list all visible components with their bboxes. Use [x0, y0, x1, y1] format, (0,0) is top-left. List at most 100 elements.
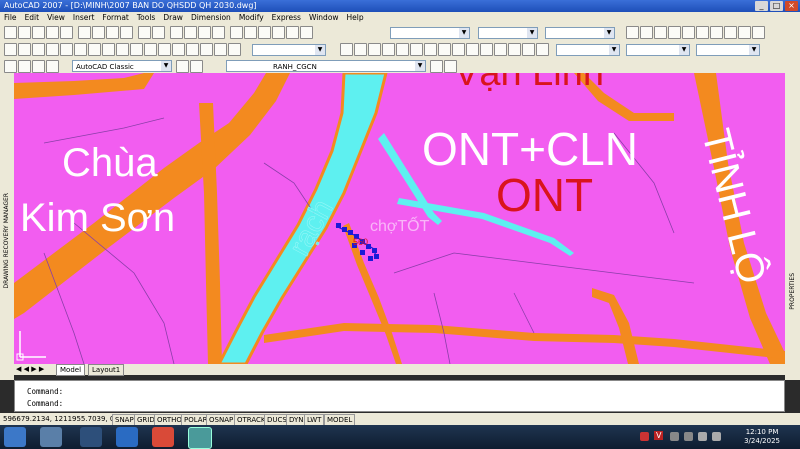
zoom-object-icon[interactable] — [710, 26, 723, 39]
zoom-window-2-icon[interactable] — [738, 26, 751, 39]
new-icon[interactable] — [4, 26, 17, 39]
make-object-layer-current-icon[interactable] — [430, 60, 443, 73]
tab-model[interactable]: Model — [56, 364, 86, 376]
break-icon[interactable] — [494, 43, 507, 56]
command-window[interactable]: Command: Command: — [14, 380, 785, 412]
redo-icon[interactable] — [152, 26, 165, 39]
pan-icon[interactable] — [170, 26, 183, 39]
hatch-icon[interactable] — [186, 43, 199, 56]
tray-icon[interactable] — [684, 432, 693, 441]
markup-icon[interactable] — [272, 26, 285, 39]
cut-icon[interactable] — [78, 26, 91, 39]
point-icon[interactable] — [172, 43, 185, 56]
grip[interactable] — [368, 256, 373, 261]
menu-format[interactable]: Format — [98, 12, 132, 24]
tab-scroll-icons[interactable]: ◀ ◀ ▶ ▶ — [16, 364, 44, 375]
workspace-settings-icon[interactable] — [176, 60, 189, 73]
chamfer-icon[interactable] — [508, 43, 521, 56]
plot-icon[interactable] — [46, 26, 59, 39]
copy-icon[interactable] — [92, 26, 105, 39]
menu-view[interactable]: View — [43, 12, 69, 24]
undo-icon[interactable] — [138, 26, 151, 39]
polyline-icon[interactable] — [32, 43, 45, 56]
menu-help[interactable]: Help — [343, 12, 368, 24]
rotate-icon[interactable] — [424, 43, 437, 56]
media-player-icon[interactable] — [80, 427, 102, 447]
trim-icon[interactable] — [466, 43, 479, 56]
grip[interactable] — [374, 254, 379, 259]
erase-icon[interactable] — [340, 43, 353, 56]
copy-object-icon[interactable] — [354, 43, 367, 56]
minimize-button[interactable]: _ — [755, 1, 768, 11]
help-icon[interactable] — [300, 26, 313, 39]
zoom-center-icon[interactable] — [696, 26, 709, 39]
text-style-combo[interactable]: ▼ — [390, 27, 470, 39]
autocad-taskbar-icon[interactable] — [188, 427, 212, 449]
explorer-icon[interactable] — [40, 427, 62, 447]
menu-file[interactable]: File — [0, 12, 21, 24]
move-icon[interactable] — [410, 43, 423, 56]
match-properties-icon[interactable] — [120, 26, 133, 39]
workspace-save-icon[interactable] — [190, 60, 203, 73]
table-icon[interactable] — [214, 43, 227, 56]
drawing-canvas[interactable]: Chùa Kim Sơn Vạn Linh ONT+CLN ONT TỈNH L… — [14, 73, 785, 364]
command-prompt-line[interactable]: Command: — [27, 399, 63, 408]
layer-combo[interactable]: RANH_CGCN ▼ — [226, 60, 426, 72]
layer-state-icon[interactable] — [32, 60, 45, 73]
scale-icon[interactable] — [438, 43, 451, 56]
zoom-previous-icon[interactable] — [212, 26, 225, 39]
make-block-icon[interactable] — [158, 43, 171, 56]
start-icon[interactable] — [4, 427, 26, 447]
grip[interactable] — [336, 223, 341, 228]
drawing-recovery-manager-label[interactable]: DRAWING RECOVERY MANAGER — [3, 193, 10, 288]
workspace-combo[interactable]: AutoCAD Classic ▼ — [72, 60, 172, 72]
grip[interactable] — [360, 250, 365, 255]
revision-cloud-icon[interactable] — [102, 43, 115, 56]
zoom-window-icon[interactable] — [198, 26, 211, 39]
table-style-combo[interactable]: ▼ — [545, 27, 615, 39]
network-icon[interactable] — [698, 432, 707, 441]
linetype-combo[interactable]: ▼ — [556, 44, 620, 56]
insert-block-icon[interactable] — [144, 43, 157, 56]
spline-icon[interactable] — [116, 43, 129, 56]
zoom-out-icon[interactable] — [640, 26, 653, 39]
save-icon[interactable] — [32, 26, 45, 39]
construction-line-icon[interactable] — [18, 43, 31, 56]
zoom-previous-2-icon[interactable] — [752, 26, 765, 39]
grip[interactable] — [348, 230, 353, 235]
chrome-icon[interactable] — [152, 427, 174, 447]
rectangle-icon[interactable] — [60, 43, 73, 56]
layer-manager-icon[interactable] — [4, 60, 17, 73]
layer-color-combo[interactable]: ▼ — [252, 44, 326, 56]
zoom-in-icon[interactable] — [626, 26, 639, 39]
ie-icon[interactable] — [116, 427, 138, 447]
close-button[interactable]: × — [785, 1, 798, 11]
tab-layout1[interactable]: Layout1 — [88, 364, 125, 376]
line-icon[interactable] — [4, 43, 17, 56]
system-clock[interactable]: 12:10 PM 3/24/2025 — [744, 428, 780, 446]
grip[interactable] — [342, 227, 347, 232]
open-icon[interactable] — [18, 26, 31, 39]
dim-style-combo[interactable]: ▼ — [478, 27, 538, 39]
paste-icon[interactable] — [106, 26, 119, 39]
region-icon[interactable] — [200, 43, 213, 56]
maximize-button[interactable]: □ — [770, 1, 783, 11]
volume-icon[interactable] — [712, 432, 721, 441]
preview-icon[interactable] — [60, 26, 73, 39]
layer-previous-icon[interactable] — [18, 60, 31, 73]
menu-tools[interactable]: Tools — [133, 12, 159, 24]
explode-icon[interactable] — [536, 43, 549, 56]
polygon-icon[interactable] — [46, 43, 59, 56]
properties-palette-label[interactable]: PROPERTIES — [789, 273, 796, 310]
menu-edit[interactable]: Edit — [21, 12, 44, 24]
fillet-icon[interactable] — [522, 43, 535, 56]
mtext-icon[interactable] — [228, 43, 241, 56]
tray-icon[interactable] — [670, 432, 679, 441]
menu-express[interactable]: Express — [268, 12, 305, 24]
zoom-all-icon[interactable] — [654, 26, 667, 39]
extend-icon[interactable] — [480, 43, 493, 56]
circle-icon[interactable] — [88, 43, 101, 56]
language-indicator[interactable]: V — [654, 431, 664, 440]
antivirus-tray-icon[interactable] — [640, 432, 649, 441]
properties-icon[interactable] — [230, 26, 243, 39]
